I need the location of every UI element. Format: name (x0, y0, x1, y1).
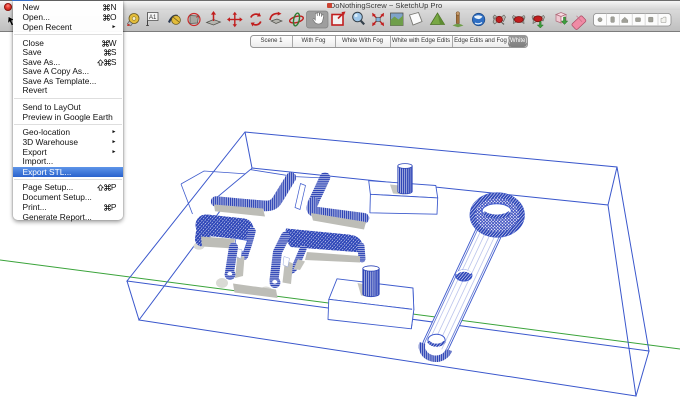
svg-text:A1: A1 (149, 15, 157, 21)
